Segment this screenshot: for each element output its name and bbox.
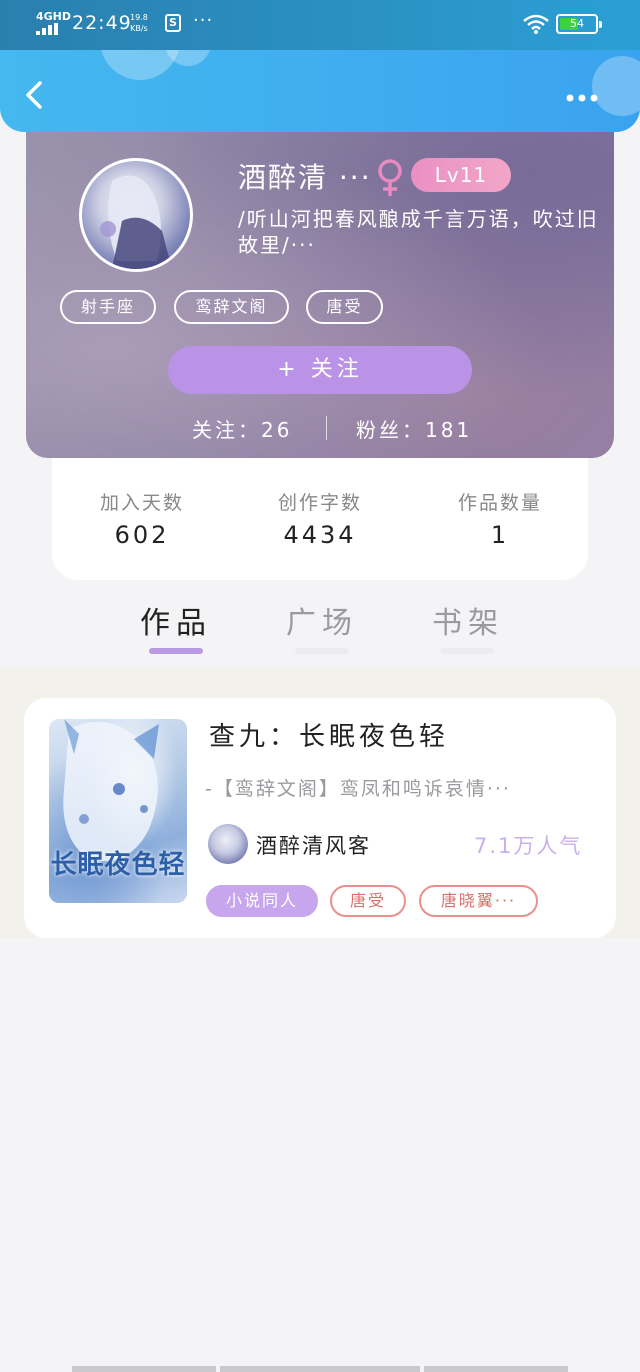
- profile-tag[interactable]: 鸾辞文阁: [174, 290, 289, 324]
- stat-word-count: 创作字数 4434: [250, 488, 390, 549]
- level-badge: Lv11: [411, 158, 511, 192]
- username: 酒醉清 ···: [238, 161, 372, 194]
- work-card[interactable]: 长眠夜色轻 查九：长眠夜色轻 -【鸾辞文阁】鸾凤和鸣诉哀情··· 酒醉清风客 7…: [24, 698, 616, 938]
- work-tag-category[interactable]: 小说同人: [206, 885, 318, 917]
- user-bio: /听山河把春风酿成千言万语，吹过旧故里/···: [238, 207, 599, 257]
- user-avatar[interactable]: [79, 158, 193, 272]
- popularity-count: 7.1万人气: [474, 834, 583, 858]
- network-type: 4GHD: [36, 10, 72, 23]
- divider: [326, 416, 327, 440]
- work-tag[interactable]: 唐晓翼···: [419, 885, 538, 917]
- app-notification-icon: S: [165, 14, 181, 32]
- speed-unit: KB/s: [130, 24, 148, 33]
- stat-value: 602: [114, 521, 170, 549]
- following-count[interactable]: 关注：26: [192, 414, 292, 443]
- content-tabs: 作品 广场 书架: [0, 588, 640, 668]
- back-icon[interactable]: [20, 80, 50, 110]
- stat-value: 1: [490, 521, 510, 549]
- tab-square[interactable]: 广场: [272, 598, 372, 642]
- signal-icon: [36, 23, 58, 35]
- stat-label: 作品数量: [457, 492, 542, 514]
- wifi-icon: [523, 14, 549, 34]
- more-notifications-icon: ···: [193, 10, 214, 31]
- tab-square-indicator: [295, 648, 349, 654]
- stat-label: 创作字数: [277, 492, 362, 514]
- author-name[interactable]: 酒醉清风客: [256, 830, 371, 860]
- more-dots-icon[interactable]: [560, 90, 604, 106]
- battery-percent: 54: [570, 17, 584, 30]
- follow-stats: 关注：26 粉丝：181: [26, 410, 614, 446]
- stat-label: 加入天数: [99, 492, 184, 514]
- stat-value: 4434: [283, 521, 357, 549]
- stats-card: 加入天数 602 创作字数 4434 作品数量 1: [52, 440, 588, 580]
- profile-tag[interactable]: 射手座: [60, 290, 156, 324]
- top-nav-bar: [0, 50, 640, 132]
- status-bar: 4GHD 22:49 19.8 KB/s S ··· 54: [0, 0, 640, 50]
- stat-work-count: 作品数量 1: [430, 488, 570, 549]
- follow-button[interactable]: + 关注: [168, 346, 472, 394]
- work-description: -【鸾辞文阁】鸾凤和鸣诉哀情···: [205, 778, 511, 800]
- bottom-indicator: [424, 1366, 568, 1372]
- stat-join-days: 加入天数 602: [72, 488, 212, 549]
- speed-value: 19.8: [130, 13, 148, 22]
- avatar-illustration: [100, 175, 172, 269]
- work-title[interactable]: 查九：长眠夜色轻: [209, 716, 449, 753]
- profile-tag[interactable]: 唐受: [306, 290, 383, 324]
- tab-bookshelf-indicator: [440, 648, 494, 654]
- tab-works-indicator: [149, 648, 203, 654]
- bottom-indicator: [72, 1366, 216, 1372]
- work-tag[interactable]: 唐受: [330, 885, 406, 917]
- tab-works[interactable]: 作品: [126, 598, 226, 642]
- bottom-indicator: [220, 1366, 420, 1372]
- female-icon: [378, 159, 402, 196]
- clock: 22:49: [72, 12, 132, 34]
- network-speed: 19.8 KB/s: [130, 12, 148, 34]
- battery-icon: 54: [556, 14, 602, 34]
- decorative-bubble: [592, 56, 640, 116]
- cover-title: 长眠夜色轻: [50, 850, 186, 880]
- profile-header-card: 酒醉清 ··· Lv11 /听山河把春风酿成千言万语，吹过旧故里/··· 射手座…: [26, 100, 614, 458]
- tab-bookshelf[interactable]: 书架: [418, 598, 518, 642]
- followers-count[interactable]: 粉丝：181: [356, 414, 472, 443]
- book-cover[interactable]: 长眠夜色轻: [49, 719, 187, 903]
- author-avatar[interactable]: [208, 824, 248, 864]
